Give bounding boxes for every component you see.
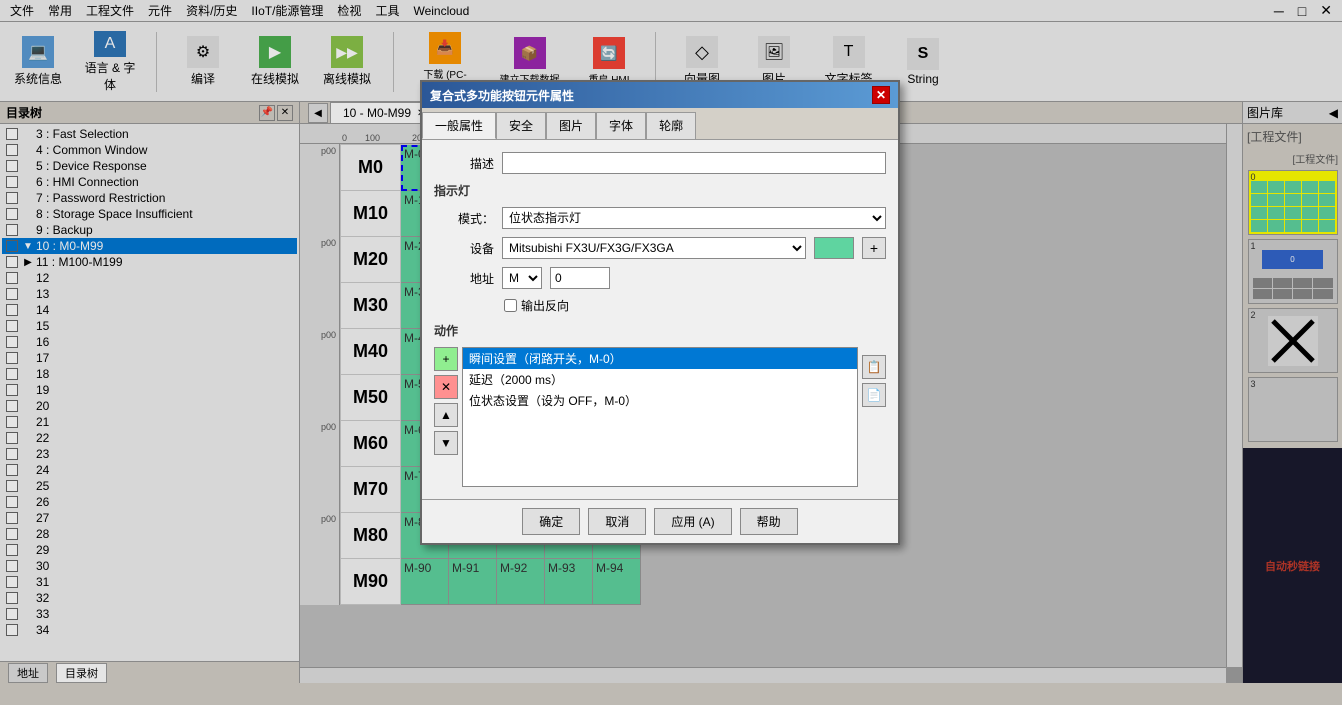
device-settings-btn[interactable]: + bbox=[862, 237, 886, 259]
indicator-section-label: 指示灯 bbox=[434, 182, 886, 199]
action-move-down-btn[interactable]: ▼ bbox=[434, 431, 458, 455]
modal-tab-outline[interactable]: 轮廓 bbox=[646, 112, 696, 139]
modal-tabs: 一般属性 安全 图片 字体 轮廓 bbox=[422, 108, 898, 140]
description-label: 描述 bbox=[434, 155, 494, 172]
action-delete-btn[interactable]: ✕ bbox=[434, 375, 458, 399]
modal-dialog: 复合式多功能按钮元件属性 ✕ 一般属性 安全 图片 字体 轮廓 描述 指示灯 模… bbox=[420, 80, 900, 545]
address-label: 地址 bbox=[434, 270, 494, 287]
device-label: 设备 bbox=[434, 240, 494, 257]
actions-row: + ✕ ▲ ▼ 瞬间设置（闭路开关，M-0） 延迟（2000 ms） 位状态设置… bbox=[434, 347, 886, 487]
invert-checkbox[interactable] bbox=[504, 299, 517, 312]
action-buttons-col: + ✕ ▲ ▼ bbox=[434, 347, 458, 455]
modal-apply-btn[interactable]: 应用 (A) bbox=[654, 508, 731, 535]
device-select[interactable]: Mitsubishi FX3U/FX3G/FX3GA bbox=[502, 237, 806, 259]
mode-select[interactable]: 位状态指示灯 bbox=[502, 207, 886, 229]
extra-btns-col: 📋 📄 bbox=[862, 355, 886, 407]
modal-body: 描述 指示灯 模式： 位状态指示灯 设备 Mitsubishi FX3U/FX3… bbox=[422, 140, 898, 499]
modal-cancel-btn[interactable]: 取消 bbox=[588, 508, 646, 535]
modal-overlay: 复合式多功能按钮元件属性 ✕ 一般属性 安全 图片 字体 轮廓 描述 指示灯 模… bbox=[0, 0, 1342, 705]
modal-titlebar: 复合式多功能按钮元件属性 ✕ bbox=[422, 82, 898, 108]
extra-btn-1[interactable]: 📋 bbox=[862, 355, 886, 379]
mode-label: 模式： bbox=[434, 210, 494, 227]
modal-tab-font[interactable]: 字体 bbox=[596, 112, 646, 139]
action-item-2[interactable]: 位状态设置（设为 OFF，M-0） bbox=[463, 390, 857, 411]
mode-row: 模式： 位状态指示灯 bbox=[434, 207, 886, 229]
address-type-select[interactable]: M bbox=[502, 267, 542, 289]
modal-title: 复合式多功能按钮元件属性 bbox=[430, 87, 574, 104]
invert-label: 输出反向 bbox=[521, 297, 569, 314]
action-item-0[interactable]: 瞬间设置（闭路开关，M-0） bbox=[463, 348, 857, 369]
action-list[interactable]: 瞬间设置（闭路开关，M-0） 延迟（2000 ms） 位状态设置（设为 OFF，… bbox=[462, 347, 858, 487]
modal-tab-security[interactable]: 安全 bbox=[496, 112, 546, 139]
modal-footer: 确定 取消 应用 (A) 帮助 bbox=[422, 499, 898, 543]
action-add-btn[interactable]: + bbox=[434, 347, 458, 371]
device-row: 设备 Mitsubishi FX3U/FX3G/FX3GA + bbox=[434, 237, 886, 259]
modal-tab-general[interactable]: 一般属性 bbox=[422, 112, 496, 139]
device-toggle-btn[interactable] bbox=[814, 237, 854, 259]
modal-tab-picture[interactable]: 图片 bbox=[546, 112, 596, 139]
modal-close-button[interactable]: ✕ bbox=[872, 86, 890, 104]
extra-btn-2[interactable]: 📄 bbox=[862, 383, 886, 407]
address-value-input[interactable] bbox=[550, 267, 610, 289]
modal-ok-btn[interactable]: 确定 bbox=[522, 508, 580, 535]
address-row: 地址 M bbox=[434, 267, 886, 289]
action-item-1[interactable]: 延迟（2000 ms） bbox=[463, 369, 857, 390]
modal-help-btn[interactable]: 帮助 bbox=[740, 508, 798, 535]
description-row: 描述 bbox=[434, 152, 886, 174]
invert-row: 输出反向 bbox=[504, 297, 886, 314]
action-move-up-btn[interactable]: ▲ bbox=[434, 403, 458, 427]
description-input[interactable] bbox=[502, 152, 886, 174]
action-section-label: 动作 bbox=[434, 322, 886, 339]
